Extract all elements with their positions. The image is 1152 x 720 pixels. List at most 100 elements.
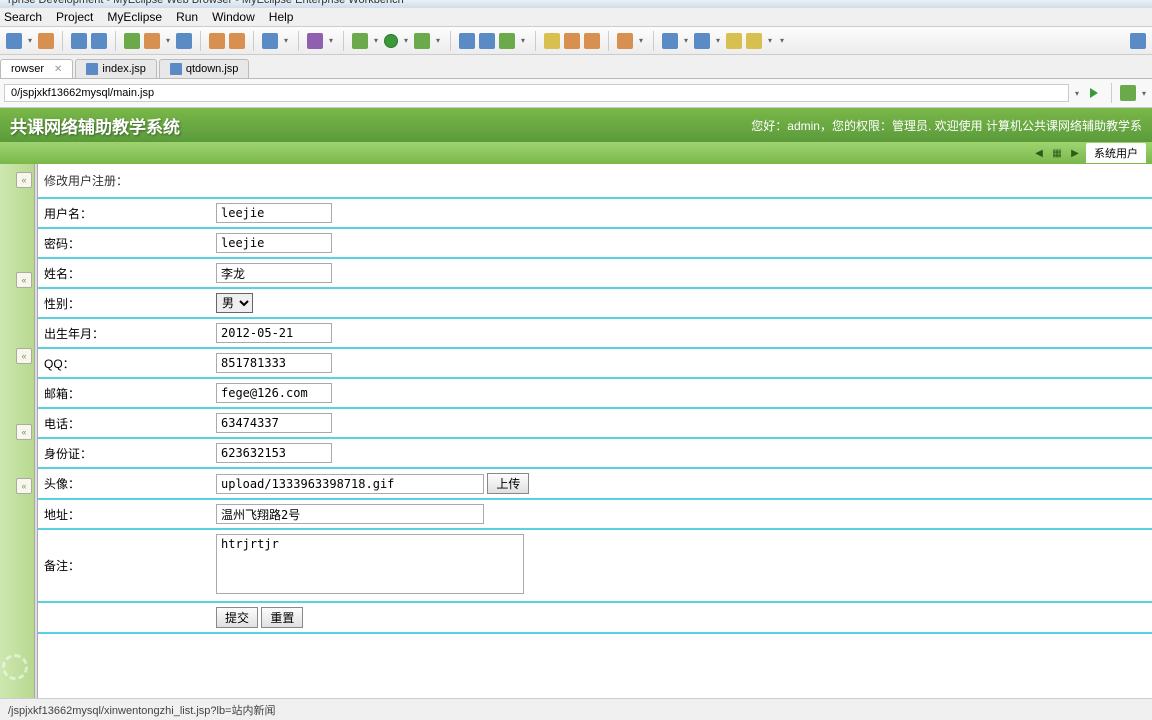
gender-select[interactable]: 男 <box>216 293 253 313</box>
jsp-icon <box>170 63 182 75</box>
dropdown[interactable]: ▾ <box>282 33 290 49</box>
back-icon[interactable] <box>726 33 742 49</box>
submit-button[interactable]: 提交 <box>216 607 258 628</box>
idcard-label: 身份证： <box>38 438 210 468</box>
app-title: 共课网络辅助教学系统 <box>10 113 180 138</box>
deploy-icon[interactable] <box>124 33 140 49</box>
tool-icon-11[interactable] <box>564 33 580 49</box>
tool-icon-5[interactable] <box>262 33 278 49</box>
tool-icon-9[interactable] <box>499 33 515 49</box>
avatar-input[interactable] <box>216 474 484 494</box>
separator <box>298 31 299 51</box>
server-icon[interactable] <box>144 33 160 49</box>
email-input[interactable] <box>216 383 332 403</box>
sidebar-toggle-4[interactable]: « <box>16 424 32 440</box>
birth-input[interactable] <box>216 323 332 343</box>
tab-index-jsp[interactable]: index.jsp <box>75 59 156 78</box>
menu-project[interactable]: Project <box>56 10 93 24</box>
sidebar-toggle-2[interactable]: « <box>16 272 32 288</box>
tool-icon-1[interactable] <box>71 33 87 49</box>
qq-input[interactable] <box>216 353 332 373</box>
reset-button[interactable]: 重置 <box>261 607 303 628</box>
go-button[interactable] <box>1085 84 1103 102</box>
menu-help[interactable]: Help <box>269 10 294 24</box>
url-input[interactable] <box>4 84 1069 102</box>
menu-myeclipse[interactable]: MyEclipse <box>107 10 162 24</box>
dropdown[interactable]: ▾ <box>434 33 442 49</box>
perspective-icon[interactable] <box>1130 33 1146 49</box>
tab-qtdown-jsp[interactable]: qtdown.jsp <box>159 59 250 78</box>
realname-input[interactable] <box>216 263 332 283</box>
new-icon[interactable] <box>6 33 22 49</box>
dropdown[interactable]: ▾ <box>766 33 774 49</box>
nav-next-icon[interactable]: ▶ <box>1068 146 1082 160</box>
run-icon[interactable] <box>384 34 398 48</box>
play-icon <box>1090 88 1098 98</box>
status-bar: /jspjxkf13662mysql/xinwentongzhi_list.js… <box>0 698 1152 720</box>
tool-icon-14[interactable] <box>662 33 678 49</box>
nav-list-icon[interactable]: ▦ <box>1050 146 1064 160</box>
server-dropdown[interactable]: ▾ <box>164 33 172 49</box>
separator <box>653 31 654 51</box>
nav-tab-system-user[interactable]: 系统用户 <box>1086 143 1146 163</box>
refresh-icon[interactable] <box>1120 85 1136 101</box>
realname-label: 姓名： <box>38 258 210 288</box>
remark-label: 备注： <box>38 529 210 602</box>
url-dropdown[interactable]: ▾ <box>1073 85 1081 101</box>
dropdown[interactable]: ▾ <box>327 33 335 49</box>
separator <box>115 31 116 51</box>
welcome-text: 您好：admin，您的权限：管理员. 欢迎使用 计算机公共课网络辅助教学系 <box>751 117 1142 134</box>
upload-button[interactable]: 上传 <box>487 473 529 494</box>
idcard-input[interactable] <box>216 443 332 463</box>
run-ext-icon[interactable] <box>414 33 430 49</box>
password-input[interactable] <box>216 233 332 253</box>
dropdown[interactable]: ▾ <box>714 33 722 49</box>
debug-icon[interactable] <box>352 33 368 49</box>
menu-search[interactable]: Search <box>4 10 42 24</box>
username-input[interactable] <box>216 203 332 223</box>
tool-icon-13[interactable] <box>617 33 633 49</box>
phone-input[interactable] <box>216 413 332 433</box>
tool-icon-8[interactable] <box>479 33 495 49</box>
dropdown[interactable]: ▾ <box>637 33 645 49</box>
tool-icon-12[interactable] <box>584 33 600 49</box>
tab-label: qtdown.jsp <box>186 63 239 75</box>
nav-prev-icon[interactable]: ◀ <box>1032 146 1046 160</box>
tool-icon-7[interactable] <box>459 33 475 49</box>
forward-icon[interactable] <box>746 33 762 49</box>
separator <box>200 31 201 51</box>
dropdown[interactable]: ▾ <box>682 33 690 49</box>
menu-run[interactable]: Run <box>176 10 198 24</box>
tool-icon-3[interactable] <box>209 33 225 49</box>
remark-textarea[interactable]: htrjrtjr <box>216 534 524 594</box>
save-icon[interactable] <box>38 33 54 49</box>
debug-dropdown[interactable]: ▾ <box>372 33 380 49</box>
tool-icon-6[interactable] <box>307 33 323 49</box>
separator <box>343 31 344 51</box>
tool-icon-15[interactable] <box>694 33 710 49</box>
body-area: « « « « « 修改用户注册： 用户名： 密码： 姓名： 性别： 男 出生年… <box>0 164 1152 702</box>
dropdown[interactable]: ▾ <box>778 33 786 49</box>
close-icon[interactable]: ✕ <box>54 64 62 75</box>
menu-window[interactable]: Window <box>212 10 255 24</box>
dropdown[interactable]: ▾ <box>1140 85 1148 101</box>
sub-nav: ◀ ▦ ▶ 系统用户 <box>0 142 1152 164</box>
run-dropdown[interactable]: ▾ <box>402 33 410 49</box>
tool-icon-4[interactable] <box>229 33 245 49</box>
sidebar-toggle-5[interactable]: « <box>16 478 32 494</box>
address-label: 地址： <box>38 499 210 529</box>
tool-icon-10[interactable] <box>544 33 560 49</box>
sidebar-toggle-3[interactable]: « <box>16 348 32 364</box>
window-title-bar: rprise Development - MyEclipse Web Brows… <box>0 0 1152 8</box>
tab-label: index.jsp <box>102 63 145 75</box>
sidebar-toggle-1[interactable]: « <box>16 172 32 188</box>
birth-label: 出生年月： <box>38 318 210 348</box>
new-dropdown[interactable]: ▾ <box>26 33 34 49</box>
dropdown[interactable]: ▾ <box>519 33 527 49</box>
separator <box>535 31 536 51</box>
separator <box>608 31 609 51</box>
address-input[interactable] <box>216 504 484 524</box>
tool-icon-2[interactable] <box>91 33 107 49</box>
globe-icon[interactable] <box>176 33 192 49</box>
tab-browser[interactable]: rowser ✕ <box>0 59 73 78</box>
